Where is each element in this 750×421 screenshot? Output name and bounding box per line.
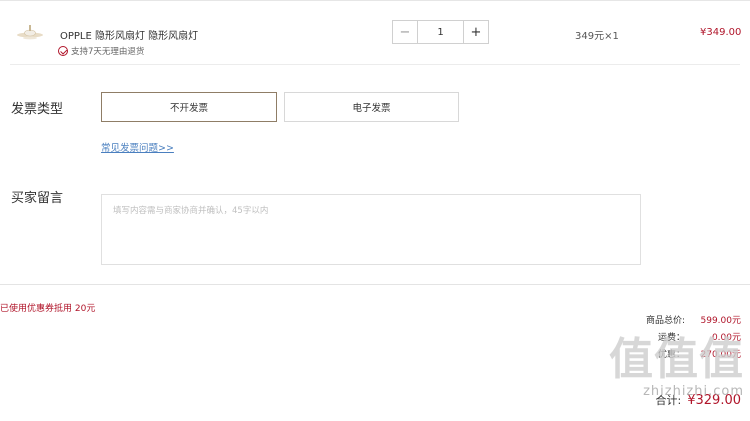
quantity-input[interactable] xyxy=(418,21,463,43)
quantity-stepper: − + xyxy=(392,20,489,44)
watermark-logo: 值值值 xyxy=(609,334,744,385)
order-total-value: ¥329.00 xyxy=(687,393,741,408)
invoice-option-none[interactable]: 不开发票 xyxy=(101,92,277,122)
discount-row: 优惠： 270.00元 xyxy=(658,347,741,360)
product-name[interactable]: OPPLE 隐形风扇灯 隐形风扇灯 xyxy=(60,27,198,42)
invoice-option-electronic[interactable]: 电子发票 xyxy=(284,92,459,122)
service-guarantee: 支持7天无理由退货 xyxy=(58,45,144,57)
order-total-row: 合计: ¥329.00 xyxy=(656,392,741,408)
unit-price: 349元×1 xyxy=(575,31,619,42)
ceiling-fan-lamp-image xyxy=(17,25,43,40)
section-divider xyxy=(10,64,740,65)
invoice-faq-link[interactable]: 常见发票问题>> xyxy=(101,140,174,154)
order-total-label: 合计: xyxy=(655,394,682,407)
shipping-label: 运费： xyxy=(657,333,685,343)
item-subtotal: ¥349.00 xyxy=(700,27,742,38)
goods-total-value: 599.00元 xyxy=(700,316,742,326)
buyer-message-label: 买家留言 xyxy=(11,191,64,206)
service-guarantee-text: 支持7天无理由退货 xyxy=(71,47,145,57)
invoice-type-label: 发票类型 xyxy=(11,102,64,117)
product-thumbnail[interactable] xyxy=(16,24,44,42)
discount-value: 270.00元 xyxy=(700,350,742,360)
check-circle-icon xyxy=(58,46,68,56)
coupon-applied-text: 已使用优惠券抵用 20元 xyxy=(0,304,96,314)
goods-total-row: 商品总价: 599.00元 xyxy=(646,313,741,326)
top-divider xyxy=(0,0,750,1)
shipping-value: 0.00元 xyxy=(711,333,741,343)
summary-divider xyxy=(0,284,750,285)
goods-total-label: 商品总价: xyxy=(645,316,685,326)
site-watermark: 值值值 zhizhizhi.com xyxy=(609,334,744,400)
increase-quantity-button[interactable]: + xyxy=(463,21,488,43)
decrease-quantity-button[interactable]: − xyxy=(393,21,418,43)
discount-label: 优惠： xyxy=(657,350,685,360)
buyer-message-input[interactable] xyxy=(101,194,641,265)
shipping-row: 运费： 0.00元 xyxy=(658,330,741,343)
